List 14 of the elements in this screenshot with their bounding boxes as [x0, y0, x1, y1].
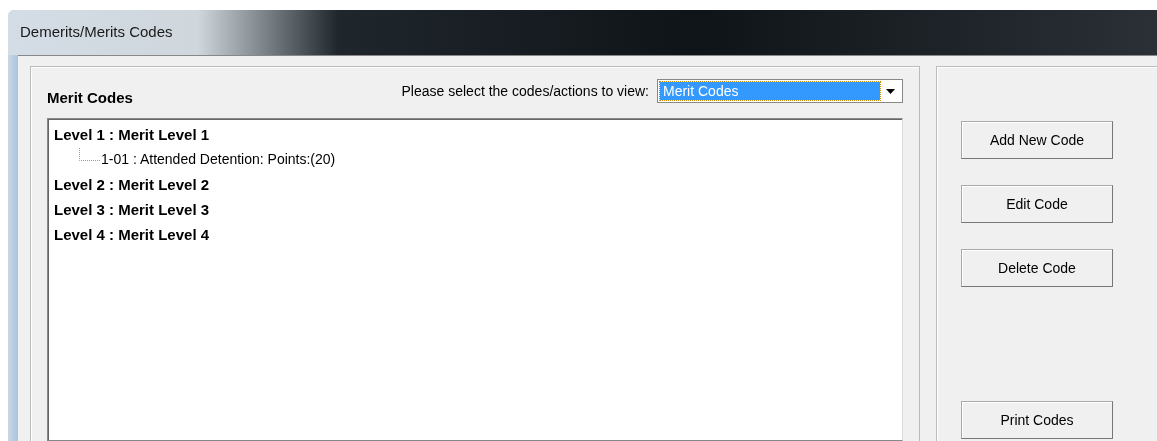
- dropdown-arrow-icon: [885, 88, 895, 94]
- action-button[interactable]: Add New Code: [961, 121, 1113, 159]
- tree-node[interactable]: Level 3 : Merit Level 3: [54, 200, 210, 218]
- action-button[interactable]: Edit Code: [961, 185, 1113, 223]
- action-button[interactable]: Print Codes: [961, 401, 1113, 439]
- tree-node[interactable]: 1-01 : Attended Detention: Points:(20): [101, 146, 336, 172]
- tree-node[interactable]: Level 4 : Merit Level 4: [54, 225, 210, 243]
- window-title: Demerits/Merits Codes: [20, 22, 173, 43]
- action-button[interactable]: Delete Code: [961, 249, 1113, 287]
- selector-label: Please select the codes/actions to view:: [401, 81, 649, 101]
- tree-connector-icon: [79, 147, 101, 161]
- tree-node[interactable]: Level 2 : Merit Level 2: [54, 175, 210, 193]
- tree-node[interactable]: Level 1 : Merit Level 1: [54, 125, 210, 143]
- panel-heading: Merit Codes: [47, 88, 133, 108]
